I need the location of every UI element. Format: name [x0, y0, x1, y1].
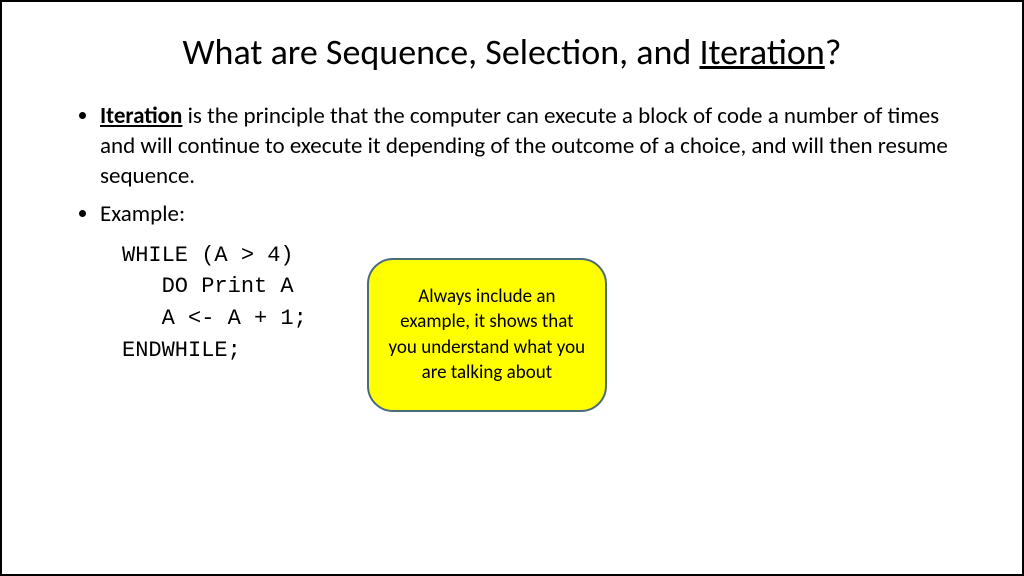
tip-callout: Always include an example, it shows that… — [367, 258, 607, 413]
slide-title: What are Sequence, Selection, and Iterat… — [52, 30, 972, 74]
title-underlined-word: Iteration — [699, 30, 824, 74]
lower-row: WHILE (A > 4) DO Print A A <- A + 1; END… — [52, 238, 972, 413]
definition-term: Iteration — [100, 102, 182, 130]
title-post: ? — [825, 30, 842, 74]
bullet-list: Iteration is the principle that the comp… — [52, 102, 972, 230]
bullet-example-label: Example: — [100, 200, 972, 230]
definition-text: is the principle that the computer can e… — [100, 102, 948, 190]
title-pre: What are Sequence, Selection, and — [183, 30, 700, 74]
bullet-definition: Iteration is the principle that the comp… — [100, 102, 972, 192]
code-block: WHILE (A > 4) DO Print A A <- A + 1; END… — [52, 238, 307, 368]
